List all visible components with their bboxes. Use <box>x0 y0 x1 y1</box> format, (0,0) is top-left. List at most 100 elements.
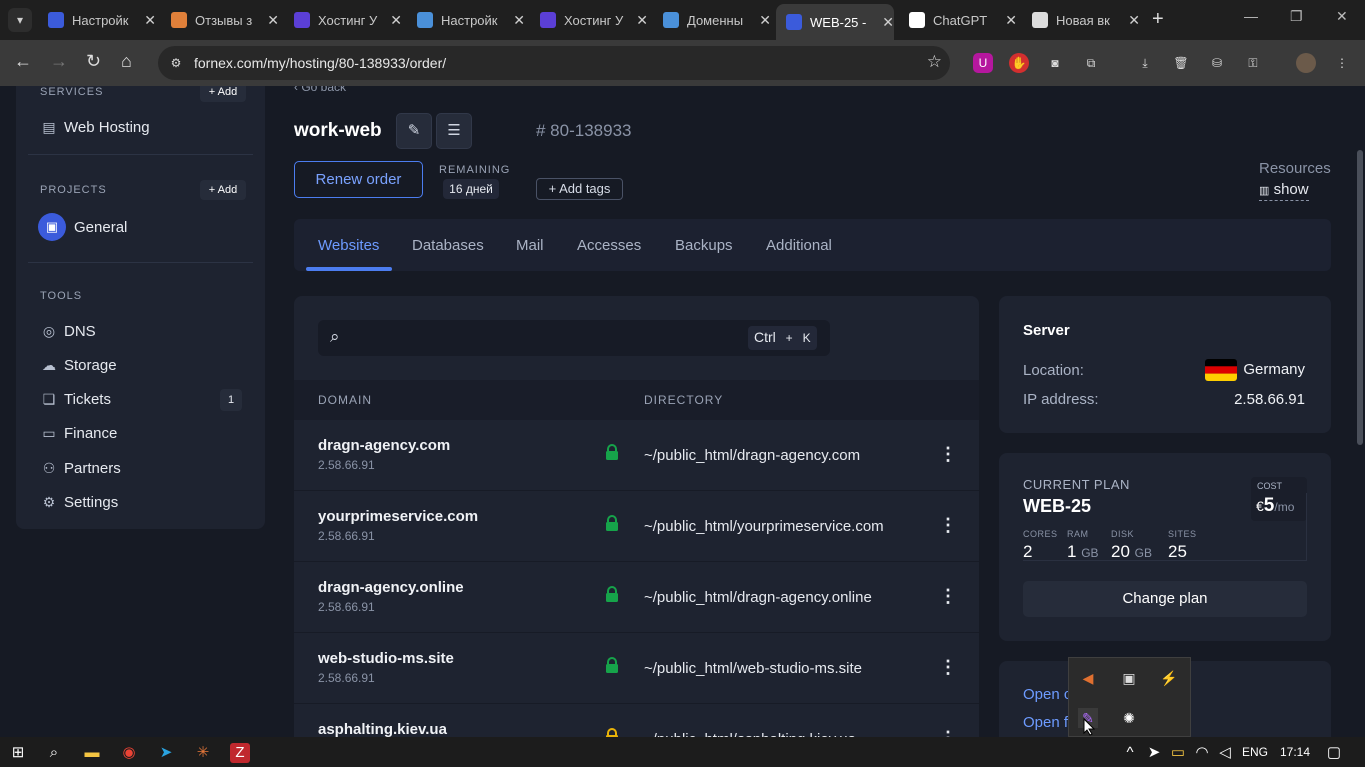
tab-close-icon[interactable]: ✕ <box>144 12 156 29</box>
clock[interactable]: 17:14 <box>1280 745 1310 759</box>
volume-icon[interactable]: ◁ <box>1215 743 1235 763</box>
tab-search-button[interactable]: ▾ <box>8 8 32 32</box>
tab-close-icon[interactable]: ✕ <box>636 12 648 29</box>
search-icon[interactable]: ⌕ <box>44 743 64 763</box>
row-menu-icon[interactable]: ⋮ <box>939 728 957 737</box>
battery-icon[interactable]: ▭ <box>1168 743 1188 763</box>
browser-tab[interactable]: WEB-25 - ✕ <box>776 4 894 40</box>
trash-icon[interactable]: 🗑 <box>1171 53 1191 73</box>
address-bar[interactable]: ⚙ fornex.com/my/hosting/80-138933/order/… <box>158 46 950 80</box>
tab-close-icon[interactable]: ✕ <box>267 12 279 29</box>
forward-icon[interactable]: → <box>50 51 68 72</box>
browser-tab[interactable]: Новая вк ✕ <box>1022 6 1140 34</box>
domain-name[interactable]: yourprimeservice.com <box>318 508 478 525</box>
table-row[interactable]: dragn-agency.online 2.58.66.91 ~/public_ht… <box>294 562 979 633</box>
sidebar-item-general[interactable]: ▣ General <box>38 212 127 242</box>
renew-order-button[interactable]: Renew order <box>294 161 423 198</box>
tab-close-icon[interactable]: ✕ <box>1128 12 1140 29</box>
tab-close-icon[interactable]: ✕ <box>882 14 894 31</box>
open-link-1[interactable]: Open c <box>1023 686 1071 703</box>
domain-name[interactable]: asphalting.kiev.ua <box>318 721 447 737</box>
minimize-icon[interactable]: — <box>1244 8 1258 24</box>
sidebar-item-tickets[interactable]: ❏ Tickets <box>40 387 111 413</box>
sidebar-item-partners[interactable]: ⚇ Partners <box>40 455 121 481</box>
browser-tab[interactable]: Хостинг У ✕ <box>530 6 648 34</box>
tab-accesses[interactable]: Accesses <box>577 237 641 254</box>
tab-backups[interactable]: Backups <box>675 237 733 254</box>
display-icon[interactable]: ▣ <box>1119 668 1139 688</box>
close-window-icon[interactable]: ✕ <box>1336 8 1348 25</box>
edit-button[interactable]: ✎ <box>396 113 432 149</box>
reload-icon[interactable]: ↻ <box>86 51 101 72</box>
filezilla-icon[interactable]: Z <box>230 743 250 763</box>
tab-additional[interactable]: Additional <box>766 237 832 254</box>
browser-tab[interactable]: ChatGPT ✕ <box>899 6 1017 34</box>
tab-websites[interactable]: Websites <box>318 237 379 254</box>
notifications-icon[interactable]: ▢ <box>1324 743 1344 763</box>
page-scrollbar[interactable] <box>1354 86 1365 737</box>
list-button[interactable]: ☰ <box>436 113 472 149</box>
open-link-2[interactable]: Open f <box>1023 714 1068 731</box>
explorer-icon[interactable]: ▬ <box>82 743 102 763</box>
tab-close-icon[interactable]: ✕ <box>1005 12 1017 29</box>
claude-icon[interactable]: ✳ <box>193 743 213 763</box>
row-menu-icon[interactable]: ⋮ <box>939 657 957 678</box>
language-indicator[interactable]: ENG <box>1242 745 1268 759</box>
browser-tab[interactable]: Отзывы з ✕ <box>161 6 279 34</box>
wifi-icon[interactable]: ◠ <box>1192 743 1212 763</box>
network-tool-icon[interactable]: ⚡ <box>1159 668 1179 688</box>
chrome-icon[interactable]: ◉ <box>119 743 139 763</box>
browser-tab[interactable]: Доменны ✕ <box>653 6 771 34</box>
ublock-icon[interactable]: U <box>973 53 993 73</box>
telegram-tray-icon[interactable]: ➤ <box>1144 743 1164 763</box>
incognito-icon[interactable]: ⛁ <box>1207 53 1227 73</box>
tray-chevron-icon[interactable]: ^ <box>1120 743 1140 763</box>
table-row[interactable]: asphalting.kiev.ua~/public_html/asphalti… <box>294 704 979 737</box>
more-menu-icon[interactable]: ⋮ <box>1332 53 1352 73</box>
back-icon[interactable]: ← <box>14 51 32 72</box>
domain-name[interactable]: dragn-agency.com <box>318 437 450 454</box>
start-icon[interactable]: ⊞ <box>8 743 28 763</box>
key-icon[interactable]: ⚿ <box>1243 53 1263 73</box>
speaker-icon[interactable]: ◀ <box>1078 668 1098 688</box>
browser-tab[interactable]: Хостинг У ✕ <box>284 6 402 34</box>
bookmark-star-icon[interactable]: ☆ <box>927 52 942 72</box>
profile-avatar[interactable] <box>1296 53 1316 73</box>
tab-close-icon[interactable]: ✕ <box>759 12 771 29</box>
tab-databases[interactable]: Databases <box>412 237 484 254</box>
change-plan-button[interactable]: Change plan <box>1023 581 1307 617</box>
sidebar-item-settings[interactable]: ⚙ Settings <box>40 490 118 516</box>
resources-show-link[interactable]: ▥ show <box>1259 181 1309 201</box>
domain-name[interactable]: dragn-agency.online <box>318 579 464 596</box>
restore-icon[interactable]: ❐ <box>1290 8 1303 25</box>
extensions-icon[interactable]: ⧉ <box>1081 53 1101 73</box>
table-row[interactable]: web-studio-ms.site 2.58.66.91 ~/public_htm… <box>294 633 979 704</box>
telegram-icon[interactable]: ➤ <box>156 743 176 763</box>
new-tab-button[interactable]: + <box>1152 8 1164 31</box>
sidebar-item-finance[interactable]: ▭ Finance <box>40 421 117 447</box>
sparkle-icon[interactable]: ✺ <box>1119 708 1139 728</box>
browser-tab[interactable]: Настройк ✕ <box>407 6 525 34</box>
sidebar-item-dns[interactable]: ◎ DNS <box>40 318 96 344</box>
add-project-button[interactable]: + Add <box>200 180 246 200</box>
table-row[interactable]: dragn-agency.com 2.58.66.91 ~/public_html/… <box>294 420 979 491</box>
sidebar-item-web-hosting[interactable]: ▤ Web Hosting <box>40 114 149 140</box>
camera-icon[interactable]: ◙ <box>1045 53 1065 73</box>
row-menu-icon[interactable]: ⋮ <box>939 586 957 607</box>
tab-close-icon[interactable]: ✕ <box>390 12 402 29</box>
add-service-button[interactable]: + Add <box>200 86 246 102</box>
domain-search-input[interactable]: ⌕ Ctrl + K <box>318 320 830 356</box>
add-tags-button[interactable]: + Add tags <box>536 178 623 200</box>
scroll-thumb[interactable] <box>1357 150 1363 445</box>
go-back-link[interactable]: ‹ Go back <box>294 86 346 94</box>
domain-name[interactable]: web-studio-ms.site <box>318 650 454 667</box>
browser-tab[interactable]: Настройк ✕ <box>38 6 156 34</box>
download-icon[interactable]: ⤓ <box>1135 53 1155 73</box>
adblock-icon[interactable]: ✋ <box>1009 53 1029 73</box>
site-info-icon[interactable]: ⚙ <box>166 53 186 73</box>
row-menu-icon[interactable]: ⋮ <box>939 444 957 465</box>
tab-mail[interactable]: Mail <box>516 237 544 254</box>
home-icon[interactable]: ⌂ <box>121 51 132 72</box>
row-menu-icon[interactable]: ⋮ <box>939 515 957 536</box>
sidebar-item-storage[interactable]: ☁ Storage <box>40 352 117 378</box>
